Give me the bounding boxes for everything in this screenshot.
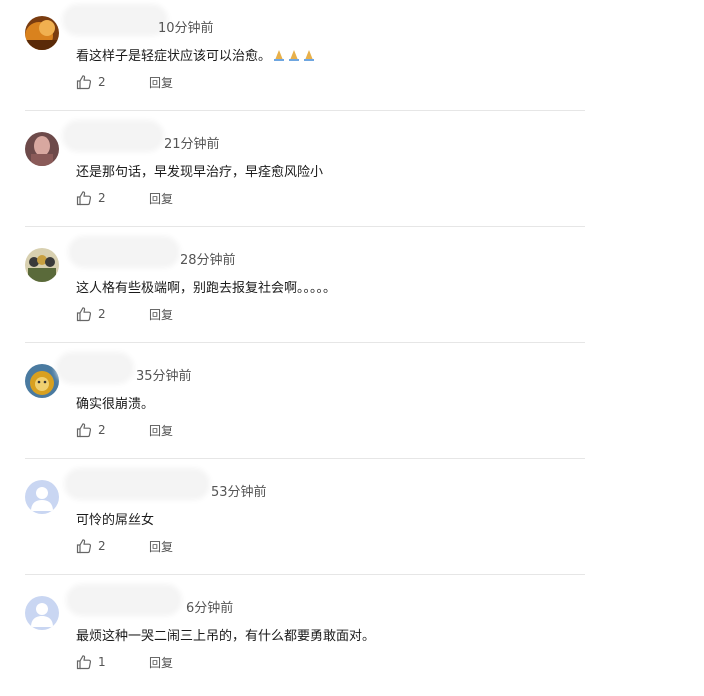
avatar-photo-portrait-icon [25,132,59,166]
like-count: 2 [98,307,106,321]
username-blurred[interactable] [68,472,206,496]
comment-time: 53分钟前 [211,485,267,500]
comment-text: 可怜的屌丝女 [76,513,155,528]
comment-item: 6分钟前 最烦这种一哭二闹三上吊的，有什么都要勇敢面对。 1 回复 [0,580,704,696]
thumbs-up-icon [76,655,92,670]
reply-button[interactable]: 回复 [149,306,173,323]
divider [25,574,585,575]
comment-text: 看这样子是轻症状应该可以治愈。 [76,45,316,64]
username-blurred[interactable] [66,8,164,32]
like-button[interactable]: 2 [76,421,106,439]
thumbs-up-icon [76,75,92,90]
username-blurred[interactable] [72,240,176,264]
divider [25,458,585,459]
like-count: 2 [98,75,106,89]
user-avatar[interactable] [25,596,59,630]
divider [25,226,585,227]
thumbs-up-icon [76,191,92,206]
user-avatar[interactable] [25,364,59,398]
comment-time: 21分钟前 [164,137,220,152]
user-avatar[interactable] [25,132,59,166]
like-button[interactable]: 1 [76,653,106,671]
user-avatar[interactable] [25,16,59,50]
like-button[interactable]: 2 [76,537,106,555]
folded-hands-emoji-icon [271,49,316,64]
comment-text: 确实很崩溃。 [76,397,155,412]
like-count: 1 [98,655,106,669]
divider [25,110,585,111]
reply-button[interactable]: 回复 [149,74,173,91]
like-button[interactable]: 2 [76,189,106,207]
reply-button[interactable]: 回复 [149,538,173,555]
thumbs-up-icon [76,423,92,438]
comment-text: 还是那句话，早发现早治疗，早痊愈风险小 [76,165,324,180]
reply-button[interactable]: 回复 [149,190,173,207]
comment-item: 35分钟前 确实很崩溃。 2 回复 [0,348,704,464]
user-avatar[interactable] [25,480,59,514]
thumbs-up-icon [76,307,92,322]
reply-button[interactable]: 回复 [149,422,173,439]
like-count: 2 [98,539,106,553]
divider [25,342,585,343]
comment-text: 最烦这种一哭二闹三上吊的，有什么都要勇敢面对。 [76,629,376,644]
comment-time: 6分钟前 [186,601,234,616]
comment-text-body: 看这样子是轻症状应该可以治愈。 [76,49,272,64]
like-button[interactable]: 2 [76,305,106,323]
comment-item: 10分钟前 看这样子是轻症状应该可以治愈。 2 回复 [0,0,704,116]
username-blurred[interactable] [70,588,178,612]
reply-button[interactable]: 回复 [149,654,173,671]
user-avatar[interactable] [25,248,59,282]
avatar-photo-group-icon [25,248,59,282]
like-count: 2 [98,191,106,205]
like-count: 2 [98,423,106,437]
comment-list: 10分钟前 看这样子是轻症状应该可以治愈。 2 回复 21分钟前 还是那句话，早… [0,0,704,671]
avatar-photo-lion-icon [25,364,59,398]
comment-item: 53分钟前 可怜的屌丝女 2 回复 [0,464,704,580]
comment-item: 28分钟前 这人格有些极端啊，别跑去报复社会啊。。。。。 2 回复 [0,232,704,348]
username-blurred[interactable] [60,356,130,380]
default-user-icon [25,596,59,630]
default-user-icon [25,480,59,514]
username-blurred[interactable] [66,124,160,148]
comment-time: 10分钟前 [158,21,214,36]
comment-text: 这人格有些极端啊，别跑去报复社会啊。。。。。 [76,281,337,296]
comment-time: 28分钟前 [180,253,236,268]
thumbs-up-icon [76,539,92,554]
comment-item: 21分钟前 还是那句话，早发现早治疗，早痊愈风险小 2 回复 [0,116,704,232]
comment-time: 35分钟前 [136,369,192,384]
avatar-photo-orange-icon [25,16,59,50]
like-button[interactable]: 2 [76,73,106,91]
